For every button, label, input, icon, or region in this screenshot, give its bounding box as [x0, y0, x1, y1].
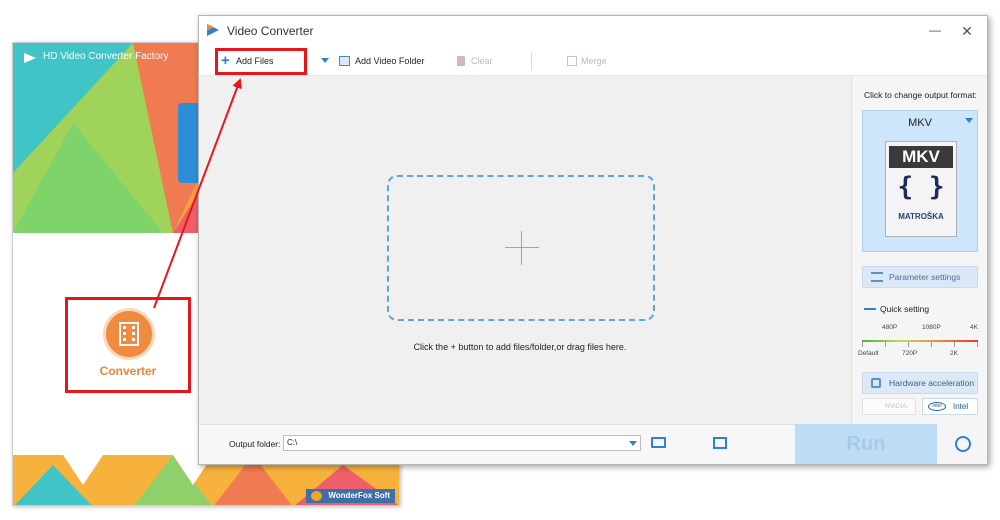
- toolbar-divider: [531, 52, 532, 70]
- chevron-down-icon: [965, 118, 973, 123]
- quality-tick-default: Default: [858, 350, 879, 357]
- plus-icon: +: [221, 52, 230, 69]
- slider-tick: [862, 342, 863, 347]
- converter-label: Converter: [99, 364, 157, 378]
- format-icon-brace: { }: [897, 172, 945, 202]
- merge-label: Merge: [581, 56, 607, 66]
- merge-icon: [567, 56, 577, 66]
- dropzone-plus-icon: [505, 247, 539, 248]
- format-hint: Click to change output format:: [864, 90, 977, 100]
- output-sidebar: Click to change output format: MKV MKV {…: [851, 76, 987, 464]
- open-folder-icon[interactable]: [651, 437, 666, 448]
- format-name: MKV: [908, 117, 932, 129]
- output-folder-input[interactable]: C:\: [283, 435, 641, 451]
- hardware-acceleration-label: Hardware acceleration: [889, 378, 975, 388]
- output-folder-label: Output folder:: [229, 439, 281, 449]
- clear-label: Clear: [471, 56, 493, 66]
- video-converter-window: Video Converter — ✕ + Add Files Add Vide…: [198, 15, 988, 465]
- output-folder-dropdown-icon[interactable]: [629, 441, 637, 446]
- file-list-area[interactable]: Click the + button to add files/folder,o…: [199, 76, 851, 424]
- close-button[interactable]: ✕: [955, 20, 979, 42]
- sliders-icon: [871, 272, 883, 282]
- add-video-folder-label: Add Video Folder: [355, 56, 425, 66]
- slider-tick: [908, 342, 909, 347]
- intel-label: Intel: [953, 402, 969, 411]
- video-folder-icon: [339, 56, 350, 66]
- screenshot-stage: HD Video Converter Factory Converter Won…: [0, 0, 1000, 520]
- parameter-settings-label: Parameter settings: [889, 272, 961, 282]
- chip-icon: [871, 378, 881, 388]
- format-icon-brand: MATROŠKA: [898, 212, 944, 221]
- dropzone-hint: Click the + button to add files/folder,o…: [413, 342, 627, 352]
- add-files-dropdown-icon[interactable]: [321, 58, 329, 63]
- hardware-acceleration-button[interactable]: Hardware acceleration: [862, 372, 978, 394]
- launcher-title: HD Video Converter Factory: [43, 51, 169, 62]
- quality-tick-1080p: 1080P: [922, 324, 941, 331]
- quick-setting-label: Quick setting: [880, 304, 930, 314]
- add-files-button[interactable]: + Add Files: [215, 48, 307, 75]
- run-button[interactable]: Run: [795, 424, 937, 464]
- slider-tick: [931, 342, 932, 347]
- window-title: Video Converter: [227, 24, 314, 38]
- merge-button[interactable]: Merge: [567, 53, 607, 69]
- video-preview-icon[interactable]: [713, 437, 727, 449]
- mkv-format-icon: MKV { } MATROŠKA: [885, 141, 957, 237]
- app-logo-icon: [207, 24, 219, 36]
- clear-button[interactable]: Clear: [457, 53, 493, 69]
- nvidia-toggle[interactable]: NVIDIA: [862, 398, 916, 415]
- add-video-folder-button[interactable]: Add Video Folder: [339, 53, 424, 69]
- dropzone-plus-icon-vertical: [521, 231, 522, 265]
- output-format-selector[interactable]: MKV MKV { } MATROŠKA: [862, 110, 978, 252]
- quality-slider[interactable]: [862, 340, 978, 342]
- output-bar: Output folder: C:\: [199, 424, 851, 464]
- film-icon: [106, 311, 152, 357]
- toolbar: + Add Files Add Video Folder Clear Merge: [199, 46, 987, 76]
- trash-icon: [457, 56, 465, 66]
- parameter-settings-button[interactable]: Parameter settings: [862, 266, 978, 288]
- quality-tick-4k: 4K: [970, 324, 978, 331]
- quality-tick-720p: 720P: [902, 350, 918, 357]
- quality-tick-480p: 480P: [882, 324, 898, 331]
- alarm-clock-icon[interactable]: [955, 436, 971, 452]
- slider-tick: [954, 342, 955, 347]
- intel-logo-icon: intel: [928, 402, 946, 411]
- wonderfox-footer: WonderFox Soft: [306, 489, 395, 503]
- add-files-label: Add Files: [236, 56, 274, 66]
- quality-tick-2k: 2K: [950, 350, 958, 357]
- title-bar: Video Converter — ✕: [199, 16, 987, 46]
- fox-logo-icon: [311, 491, 323, 501]
- slider-tick: [885, 342, 886, 347]
- quick-setting-icon: [864, 308, 876, 310]
- add-files-dropzone[interactable]: [387, 175, 655, 321]
- format-icon-label: MKV: [889, 146, 953, 168]
- app-logo-icon: [24, 53, 36, 63]
- converter-highlight[interactable]: Converter: [65, 297, 191, 393]
- intel-toggle[interactable]: intel Intel: [922, 398, 978, 415]
- slider-tick: [977, 342, 978, 347]
- minimize-button[interactable]: —: [923, 20, 947, 42]
- footer-text: WonderFox Soft: [328, 491, 390, 500]
